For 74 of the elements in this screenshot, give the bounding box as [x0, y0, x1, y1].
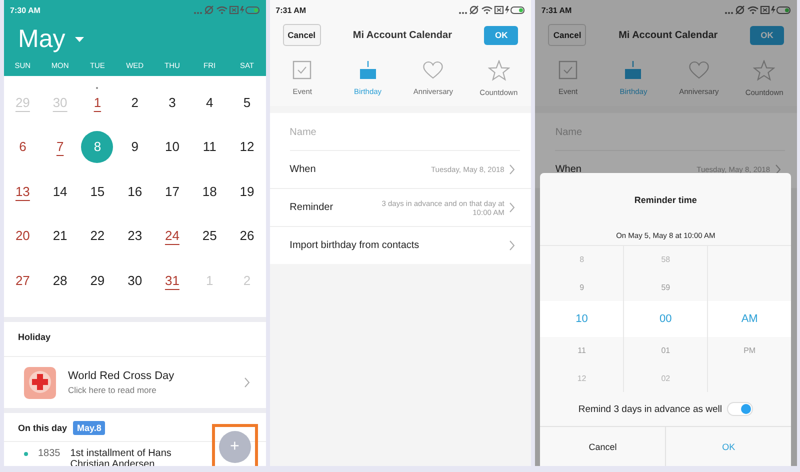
cake-icon: [358, 60, 378, 80]
cake-icon: [623, 60, 644, 80]
toggle-switch[interactable]: [727, 402, 753, 416]
calendar-day[interactable]: 28: [44, 264, 76, 296]
calendar-day[interactable]: 1: [81, 86, 114, 118]
row-label: When: [290, 164, 317, 175]
chevron-right-icon: [244, 377, 250, 388]
event-year: 1835: [38, 448, 60, 458]
row-label: When: [555, 164, 582, 175]
calendar-day[interactable]: 6: [6, 130, 39, 163]
heart-icon: [688, 60, 710, 80]
calendar-day[interactable]: 7: [44, 130, 76, 163]
screen-title: Mi Account Calendar: [618, 30, 718, 40]
status-icons-drawing: [192, 5, 261, 15]
checkbox-icon: [558, 60, 578, 80]
section-heading: Holiday: [4, 322, 266, 356]
status-icons-drawing: [458, 5, 526, 15]
calendar-day[interactable]: 15: [81, 175, 114, 208]
calendar-day[interactable]: 26: [230, 220, 263, 252]
timeline-dot: [24, 452, 28, 456]
calendar-day[interactable]: 19: [230, 175, 263, 208]
name-field[interactable]: Name: [535, 113, 798, 151]
name-field[interactable]: Name: [270, 113, 532, 151]
dialog-button[interactable]: Cancel: [540, 427, 666, 466]
calendar-day[interactable]: 18: [194, 175, 226, 208]
cancel-button[interactable]: Cancel: [282, 24, 321, 46]
calendar-day[interactable]: 23: [118, 220, 151, 252]
dialog-title: Reminder time: [633, 194, 698, 207]
chevron-right-icon: [509, 202, 516, 213]
star-icon: [488, 60, 510, 80]
row-label: Reminder: [290, 202, 334, 213]
calendar-day[interactable]: 30: [118, 264, 151, 296]
first-aid-icon: [24, 366, 56, 398]
calendar-day[interactable]: 29: [81, 264, 114, 296]
holiday-subtitle: Click here to read more: [68, 385, 158, 395]
calendar-day[interactable]: 25: [194, 220, 226, 252]
chevron-right-icon: [509, 240, 516, 251]
calendar-day[interactable]: 21: [44, 220, 76, 252]
row-label: Import birthday from contacts: [290, 240, 420, 251]
form-row[interactable]: Import birthday from contacts: [270, 227, 532, 264]
calendar-day[interactable]: 11: [194, 130, 226, 163]
calendar-day[interactable]: 17: [156, 175, 188, 208]
heart-icon: [422, 60, 444, 80]
chevron-right-icon: [775, 164, 782, 175]
status-icons-drawing: [724, 5, 792, 15]
calendar-day[interactable]: 12: [230, 130, 263, 163]
calendar-day[interactable]: 10: [156, 130, 188, 163]
calendar-day[interactable]: 14: [44, 175, 76, 208]
calendar-day[interactable]: 27: [6, 264, 39, 296]
calendar-day[interactable]: 24: [156, 220, 188, 252]
calendar-day[interactable]: 13: [6, 175, 39, 208]
star-icon: [753, 60, 776, 80]
calendar-day[interactable]: 2: [118, 86, 151, 118]
calendar-day[interactable]: 16: [118, 175, 151, 208]
holiday-title: World Red Cross Day: [68, 370, 176, 382]
calendar-day[interactable]: 20: [6, 220, 39, 252]
calendar-day[interactable]: 22: [81, 220, 114, 252]
status-time: 7:31 AM: [276, 6, 306, 14]
checkbox-icon: [292, 60, 312, 80]
calendar-day[interactable]: 5: [230, 86, 263, 118]
chevron-right-icon: [509, 164, 516, 175]
calendar-day[interactable]: 4: [194, 86, 226, 118]
calendar-day[interactable]: 3: [156, 86, 188, 118]
status-time: 7:30 AM: [10, 6, 40, 14]
date-badge: May.8: [73, 420, 106, 434]
section-heading: On this day: [18, 422, 68, 432]
cancel-button[interactable]: Cancel: [548, 24, 586, 46]
screen-title: Mi Account Calendar: [352, 30, 452, 40]
toggle-label: Remind 3 days in advance as well: [578, 404, 722, 414]
holiday-item[interactable]: World Red Cross Day Click here to read more: [4, 356, 266, 408]
caret-icon: [75, 36, 84, 42]
status-time: 7:31 AM: [541, 6, 572, 14]
calendar-day[interactable]: 31: [156, 264, 188, 296]
calendar-day[interactable]: 9: [118, 130, 151, 163]
